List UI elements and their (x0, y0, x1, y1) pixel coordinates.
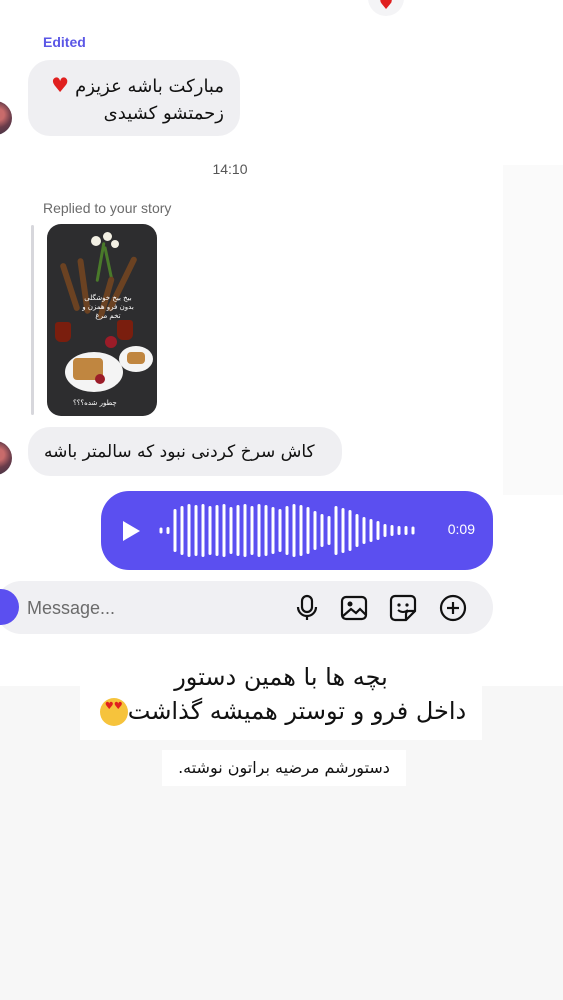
tea-glass (117, 320, 133, 340)
waveform (159, 504, 415, 557)
add-icon[interactable] (439, 594, 467, 622)
replied-to-story-label: Replied to your story (43, 200, 172, 216)
voice-duration: 0:09 (447, 521, 475, 537)
overlay-caption: بچه ها با همین دستور داخل فرو و توستر هم… (80, 660, 482, 740)
message-composer (0, 581, 493, 636)
message-bubble[interactable]: مبارکت باشه عزیزم♥ زحمتشو کشیدی (28, 60, 240, 136)
flower (111, 240, 119, 248)
heart-icon: ♥ (51, 73, 70, 97)
message-input[interactable] (25, 581, 269, 636)
overlay-line-2: داخل فرو و توستر همیشه گذاشت (127, 697, 467, 725)
message-bubble[interactable]: کاش سرخ کردنی نبود که سالمتر باشه (28, 427, 342, 476)
play-icon[interactable] (123, 521, 140, 541)
avatar[interactable] (0, 101, 12, 135)
sticker-icon[interactable] (389, 594, 417, 622)
edited-label: Edited (43, 34, 86, 50)
skewer (59, 262, 81, 312)
message-text: مبارکت باشه عزیزم (75, 76, 224, 97)
avatar[interactable] (0, 441, 12, 475)
heart-icon: ♥ (378, 0, 394, 13)
heart-eyes-emoji-icon (99, 698, 128, 726)
food (127, 352, 145, 364)
story-bottom-text: چطور شده؟؟؟ (73, 399, 117, 407)
timestamp: 14:10 (212, 161, 248, 177)
side-strip (503, 165, 563, 495)
microphone-icon[interactable] (293, 594, 321, 622)
pomegranate (105, 336, 117, 348)
overlay-line-1: بچه ها با همین دستور (174, 663, 388, 691)
flower (103, 232, 112, 241)
camera-icon[interactable] (0, 589, 19, 625)
tea-glass (55, 322, 71, 342)
reply-indicator-bar (31, 225, 34, 415)
flower (91, 236, 101, 246)
pomegranate (95, 374, 105, 384)
top-reaction[interactable]: ♥ (368, 0, 404, 16)
story-caption: بیخ بیخ خوشگلی بدون فرو همزن و تخم مرغ (82, 294, 134, 320)
message-text: زحمتشو کشیدی (103, 103, 224, 124)
voice-message[interactable]: 0:09 (101, 491, 493, 570)
message-text: کاش سرخ کردنی نبود که سالمتر باشه (44, 441, 315, 462)
overlay-note: دستورشم مرضیه براتون نوشته. (162, 750, 406, 786)
image-gallery-icon[interactable] (340, 594, 368, 622)
story-thumbnail[interactable]: بیخ بیخ خوشگلی بدون فرو همزن و تخم مرغ چ… (47, 224, 157, 416)
